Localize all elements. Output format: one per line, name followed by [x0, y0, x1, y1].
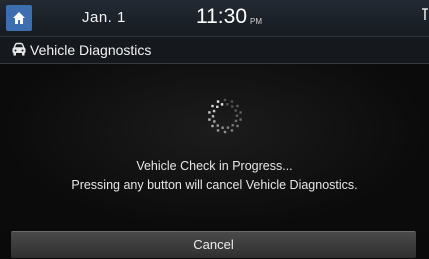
- spinner-dot: [223, 98, 227, 102]
- spinner-dot: [230, 129, 234, 132]
- page-title: Vehicle Diagnostics: [30, 42, 152, 58]
- spinner-dot: [216, 124, 219, 127]
- spinner-dot: [236, 104, 239, 108]
- spinner-dot: [231, 124, 234, 127]
- spinner-dot: [234, 119, 238, 123]
- status-time: 11:30: [196, 5, 247, 28]
- spinner-dot: [226, 103, 229, 106]
- status-bar: Jan. 1 11:30 PM: [0, 0, 429, 37]
- spinner-dot: [239, 118, 242, 121]
- spinner-dot: [211, 124, 214, 128]
- loading-spinner-icon: [208, 98, 242, 134]
- vehicle-diagnostics-screen: Jan. 1 11:30 PM Vehicle Diagnostics Vehi…: [0, 0, 429, 259]
- progress-message: Vehicle Check in Progress...: [136, 159, 293, 173]
- status-ampm: PM: [250, 17, 262, 26]
- cancel-button[interactable]: Cancel: [11, 231, 416, 258]
- spinner-dot: [235, 114, 239, 117]
- spinner-dot: [213, 120, 216, 123]
- spinner-dot: [223, 130, 227, 134]
- spinner-dot: [211, 104, 214, 108]
- spinner-dot: [220, 103, 224, 106]
- spinner-dot: [236, 124, 239, 128]
- spinner-dot: [234, 109, 237, 112]
- cancel-hint-message: Pressing any button will cancel Vehicle …: [71, 178, 358, 192]
- status-date: Jan. 1: [82, 9, 126, 26]
- car-icon: [12, 42, 26, 56]
- spinner-dot: [216, 105, 219, 108]
- spinner-dot: [212, 109, 216, 113]
- title-bar: Vehicle Diagnostics: [0, 37, 429, 64]
- spinner-dot: [231, 105, 234, 108]
- spinner-dot: [208, 111, 211, 114]
- spinner-dot: [230, 100, 234, 103]
- signal-icon: [422, 8, 428, 20]
- spinner-dot: [216, 129, 220, 132]
- spinner-dot: [208, 118, 211, 121]
- spinner-dot: [226, 126, 230, 129]
- spinner-dot: [211, 115, 215, 118]
- diagnostics-content: Vehicle Check in Progress... Pressing an…: [0, 64, 429, 230]
- home-icon: [13, 12, 25, 24]
- spinner-dot: [239, 111, 242, 114]
- spinner-dot: [216, 100, 220, 103]
- spinner-dot: [221, 126, 224, 129]
- home-button[interactable]: [6, 5, 32, 31]
